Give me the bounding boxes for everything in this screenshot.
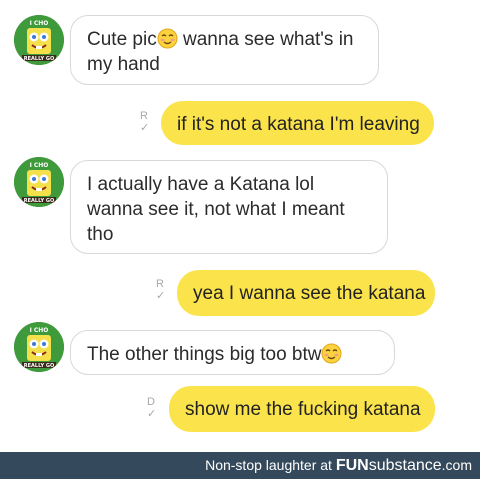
svg-text:I CHO: I CHO [30, 20, 49, 27]
svg-text:REALLY GO: REALLY GO [24, 363, 54, 369]
footer-caption-text: Non-stop laughter at [205, 457, 332, 473]
avatar[interactable]: I CHO REALLY GO [14, 157, 64, 207]
message-text: The other things big too btw [87, 344, 322, 365]
svg-text:I CHO: I CHO [30, 327, 49, 334]
svg-text:REALLY GO: REALLY GO [24, 198, 54, 204]
brand-logo[interactable]: FUNsubstance.com [336, 457, 472, 474]
avatar[interactable]: I CHO REALLY GO [14, 15, 64, 65]
message-text: show me the fucking katana [185, 399, 421, 420]
message-bubble-outgoing[interactable]: show me the fucking katana [169, 386, 435, 432]
read-receipt-icon: R ✓ [140, 110, 150, 134]
footer-caption: Non-stop laughter at FUNsubstance.com [205, 456, 472, 475]
avatar[interactable]: I CHO REALLY GO [14, 322, 64, 372]
read-receipt-icon: R ✓ [156, 278, 166, 302]
svg-text:I CHO: I CHO [30, 162, 49, 169]
svg-text:REALLY GO: REALLY GO [24, 56, 54, 62]
message-text: if it's not a katana I'm leaving [177, 114, 420, 135]
footer-banner: Non-stop laughter at FUNsubstance.com [0, 452, 480, 479]
message-text: I actually have a Katana lol wanna see i… [87, 174, 345, 245]
message-bubble-incoming[interactable]: The other things big too btw [70, 330, 395, 375]
smiling-blush-emoji-icon [157, 28, 178, 49]
message-text: yea I wanna see the katana [193, 283, 426, 304]
message-text: Cute pic [87, 29, 157, 50]
message-bubble-outgoing[interactable]: if it's not a katana I'm leaving [161, 101, 434, 145]
message-bubble-incoming[interactable]: Cute pic wanna see what's in my hand [70, 15, 379, 85]
smiling-blush-emoji-icon [321, 343, 342, 364]
message-bubble-incoming[interactable]: I actually have a Katana lol wanna see i… [70, 160, 388, 254]
message-bubble-outgoing[interactable]: yea I wanna see the katana [177, 270, 435, 316]
delivered-receipt-icon: D ✓ [147, 396, 157, 420]
